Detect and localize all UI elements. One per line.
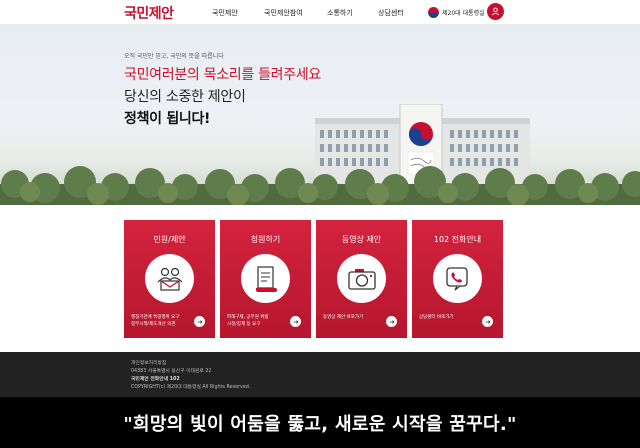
nav-item-proposal[interactable]: 국민제안 (212, 8, 238, 18)
card-title: 102 전화안내 (433, 235, 482, 244)
footer-phone: 국민제안 전화안내 102 (131, 377, 180, 382)
caption-band: "희망의 빛이 어둠을 뚫고, 새로운 시작을 꿈꾸다." (0, 397, 640, 448)
card-desc-line: 상담센터 바로가기 (419, 315, 454, 320)
card-description: 상담센터 바로가기 (419, 314, 485, 321)
nav-item-counseling[interactable]: 상담센터 (378, 8, 404, 18)
arrow-right-icon[interactable] (290, 316, 301, 327)
card-petition[interactable]: 청원하기 피해구제, 공무원 위법 시정/징계 등 요구 (220, 220, 311, 338)
card-civil-complaint[interactable]: 민원/제안 행정기관에 특정행위 요구 정부시책/제도개선 의견 (124, 220, 215, 338)
site-footer: 개인정보처리방침 04383 서울특별시 용산구 이태원로 22 국민제안 전화… (0, 352, 640, 397)
user-icon (492, 7, 499, 16)
hero-headline-3: 정책이 됩니다! (124, 111, 211, 127)
footer-address: 04383 서울특별시 용산구 이태원로 22 (131, 369, 212, 374)
card-desc-line: 동영상 제안 바로가기 (323, 315, 364, 320)
card-description: 피해구제, 공무원 위법 시정/징계 등 요구 (227, 314, 293, 328)
arrow-right-icon[interactable] (482, 316, 493, 327)
government-badge[interactable]: 제20대 대통령실 (428, 5, 485, 19)
arrow-right-icon[interactable] (194, 316, 205, 327)
card-description: 행정기관에 특정행위 요구 정부시책/제도개선 의견 (131, 314, 197, 328)
card-desc-line: 시정/징계 등 요구 (227, 322, 261, 327)
card-phone-guide[interactable]: 102 전화안내 상담센터 바로가기 (412, 220, 503, 338)
card-desc-line: 행정기관에 특정행위 요구 (131, 315, 180, 320)
hero-banner: 오직 국민만 믿고, 국민의 뜻을 따릅니다 국민여러분의 목소리를 들려주세요… (0, 24, 640, 205)
arrow-right-icon[interactable] (386, 316, 397, 327)
card-title: 동영상 제안 (341, 235, 382, 244)
hero-subtitle: 오직 국민만 믿고, 국민의 뜻을 따릅니다 (124, 53, 224, 60)
footer-copyright: COPYRIGHT(c) 제20대 대통령실 All Rights Reserv… (131, 385, 251, 390)
card-desc-line: 정부시책/제도개선 의견 (131, 322, 176, 327)
card-title: 민원/제안 (153, 235, 186, 244)
scroll-icon (241, 254, 290, 303)
hero-headline-1: 국민여러분의 목소리를 들려주세요 (124, 67, 321, 83)
phone-icon (433, 254, 482, 303)
card-title: 청원하기 (250, 235, 281, 244)
nav-item-communication[interactable]: 소통하기 (327, 8, 353, 18)
camera-icon (337, 254, 386, 303)
government-label: 제20대 대통령실 (442, 9, 485, 17)
card-description: 동영상 제안 바로가기 (323, 314, 389, 321)
tree-line-image (0, 166, 640, 205)
site-logo[interactable]: 국민제안 (124, 3, 174, 23)
caption-text: "희망의 빛이 어둠을 뚫고, 새로운 시작을 꿈꾸다." (123, 414, 517, 435)
privacy-policy-link[interactable]: 개인정보처리방침 (131, 359, 166, 366)
card-video-proposal[interactable]: 동영상 제안 동영상 제안 바로가기 (316, 220, 407, 338)
people-document-icon (145, 254, 194, 303)
top-header: 국민제안 국민제안 국민제안참여 소통하기 상담센터 제20대 대통령실 (0, 0, 640, 24)
card-desc-line: 피해구제, 공무원 위법 (227, 315, 269, 320)
emblem-icon (428, 6, 439, 18)
nav-item-participation[interactable]: 국민제안참여 (264, 8, 303, 18)
hero-headline-2: 당신의 소중한 제안이 (124, 89, 246, 105)
user-login-button[interactable] (487, 3, 504, 20)
